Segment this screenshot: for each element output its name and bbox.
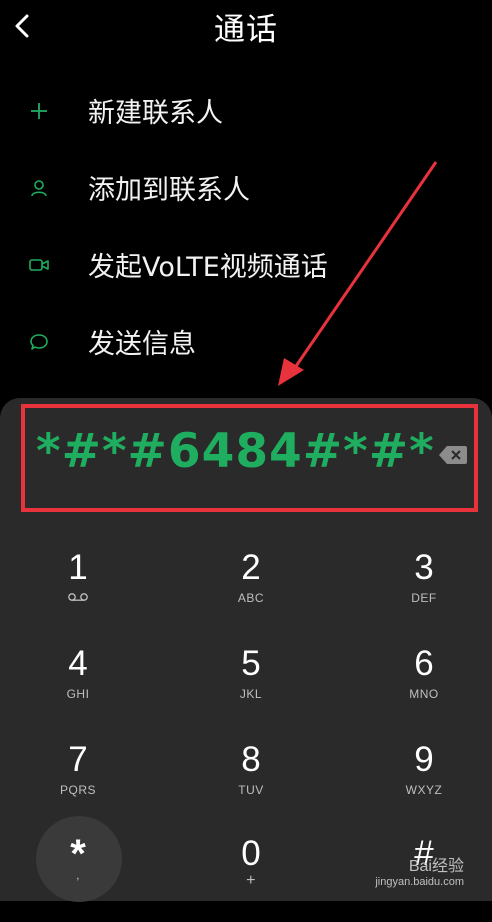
key-letters: PQRS [59, 783, 96, 797]
delete-button[interactable] [438, 444, 468, 466]
key-letters: MNO [409, 687, 439, 701]
key-6[interactable]: 6 MNO [364, 642, 484, 732]
menu-item-new-contact[interactable]: 新建联系人 [0, 72, 492, 149]
key-letters: JKL [239, 687, 263, 701]
plus-icon [31, 102, 47, 119]
person-icon [31, 179, 47, 196]
baidu-jingyan-watermark: Bai经验 [408, 858, 464, 875]
menu-item-label: 发起VoLTE视频通话 [88, 252, 328, 283]
menu-item-label: 新建联系人 [88, 98, 223, 129]
key-letters: ABC [237, 591, 265, 605]
key-digit: 9 [414, 740, 434, 779]
key-letters: GHI [66, 687, 90, 701]
key-0[interactable]: 0 + [191, 832, 311, 922]
key-2[interactable]: 2 ABC [191, 546, 311, 636]
key-letters: , [76, 868, 80, 882]
key-letters: WXYZ [405, 783, 443, 797]
key-digit: 0 [241, 834, 261, 873]
top-bar: 通话 [0, 0, 492, 56]
key-digit: 1 [68, 548, 88, 587]
key-4[interactable]: 4 GHI [18, 642, 138, 732]
page-title: 通话 [214, 12, 278, 48]
key-digit: 4 [68, 644, 88, 683]
backspace-icon [439, 446, 467, 464]
key-letters: + [246, 872, 256, 889]
menu-item-label: 添加到联系人 [88, 175, 250, 206]
menu-item-volte-video-call[interactable]: 发起VoLTE视频通话 [0, 226, 492, 303]
dialed-number[interactable]: *#*#6484#*#* [36, 424, 435, 479]
key-digit: 5 [241, 644, 261, 683]
key-digit: 2 [241, 548, 261, 587]
key-digit: 6 [414, 644, 434, 683]
key-star[interactable]: * , [18, 832, 138, 922]
key-digit: 3 [414, 548, 434, 587]
key-7[interactable]: 7 PQRS [18, 738, 138, 828]
key-letters: TUV [238, 783, 264, 797]
key-9[interactable]: 9 WXYZ [364, 738, 484, 828]
menu-item-send-message[interactable]: 发送信息 [0, 303, 492, 380]
voicemail-icon [68, 593, 88, 601]
key-letters: DEF [411, 591, 437, 605]
key-8[interactable]: 8 TUV [191, 738, 311, 828]
watermark-url: jingyan.baidu.com [375, 876, 464, 888]
key-digit: 8 [241, 740, 261, 779]
chat-bubble-icon [30, 333, 48, 350]
key-digit: 7 [68, 740, 88, 779]
action-menu: 新建联系人 添加到联系人 发起VoLTE视频通话 发送信息 [0, 72, 492, 380]
key-5[interactable]: 5 JKL [191, 642, 311, 732]
menu-item-label: 发送信息 [88, 329, 196, 360]
menu-item-add-to-contacts[interactable]: 添加到联系人 [0, 149, 492, 226]
video-camera-icon [29, 258, 49, 271]
key-3[interactable]: 3 DEF [364, 546, 484, 636]
key-1[interactable]: 1 [18, 546, 138, 636]
